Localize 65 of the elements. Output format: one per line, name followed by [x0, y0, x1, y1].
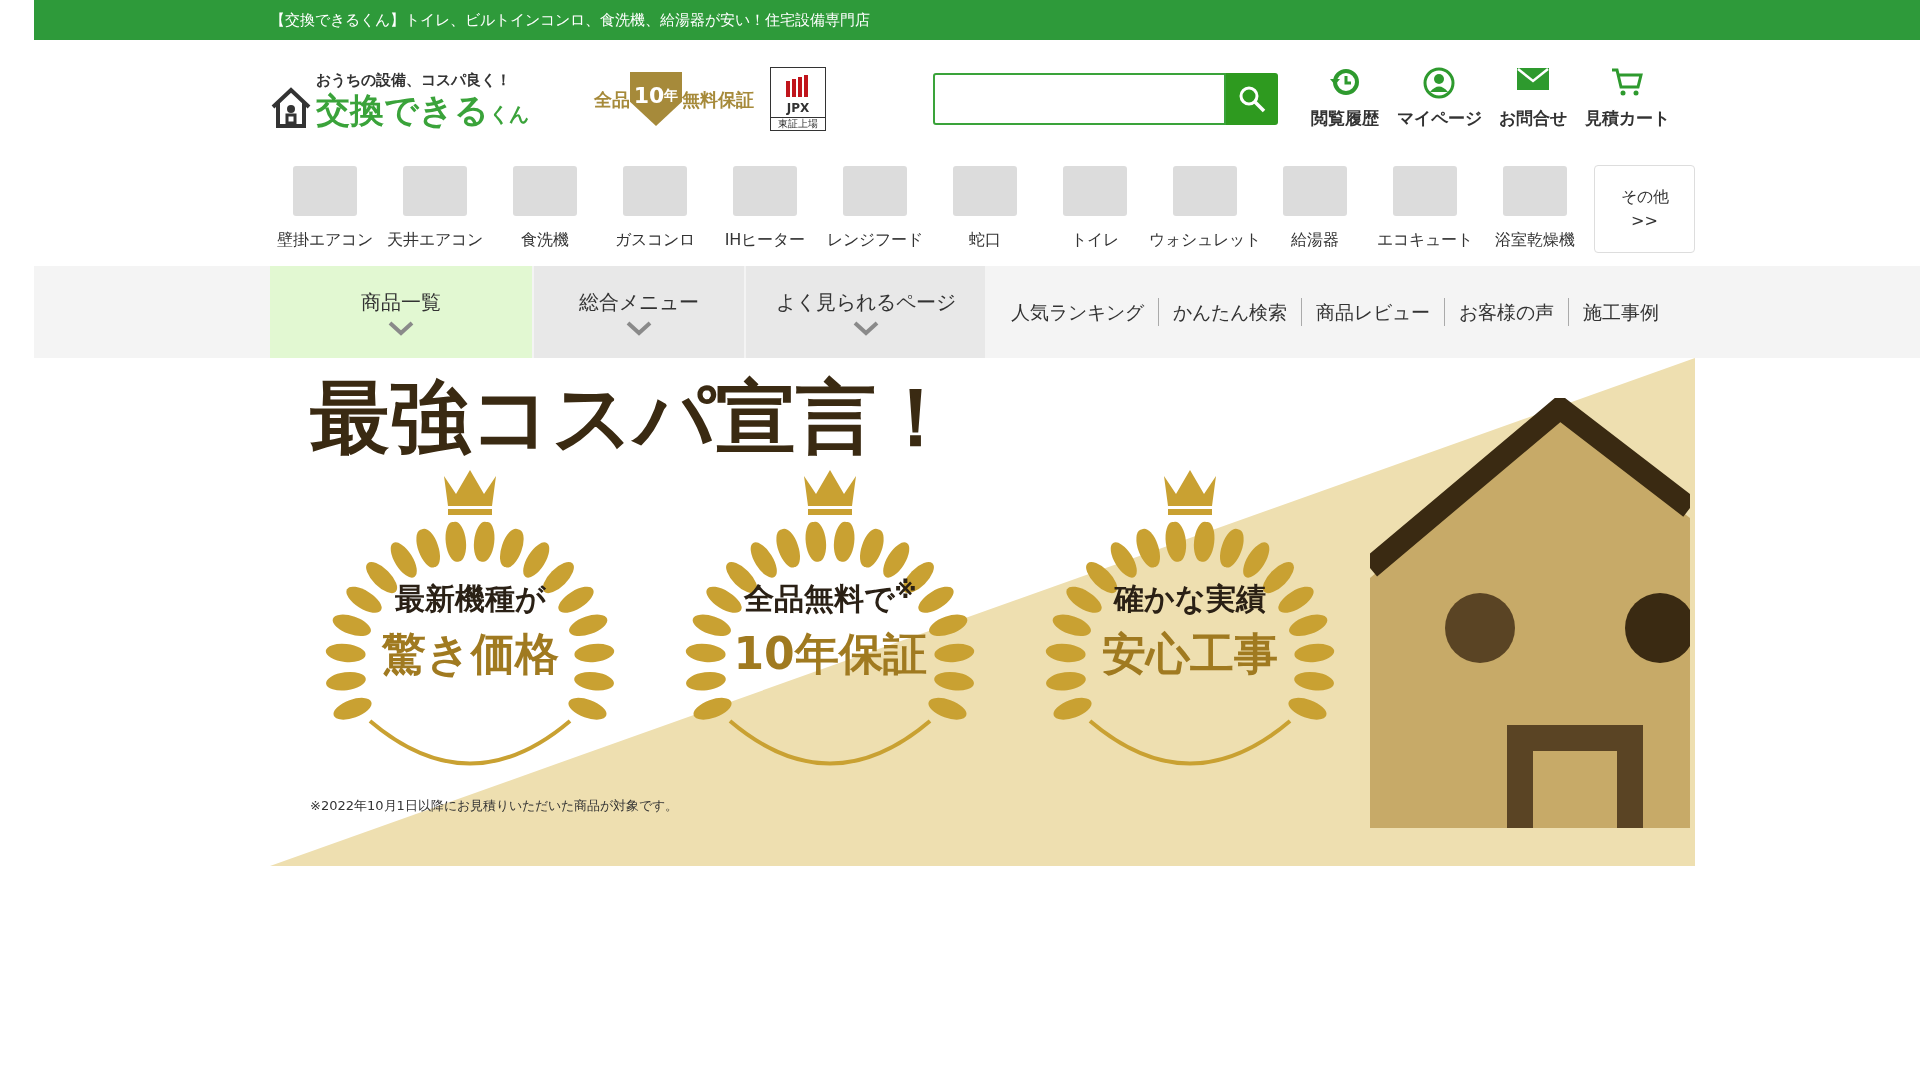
banner-headline: 最強コスパ宣言！	[310, 370, 957, 466]
site-logo[interactable]: おうちの設備、コスパ良く！ 交換できる くん	[270, 68, 580, 130]
category-link[interactable]: レンジフード	[820, 166, 930, 252]
award-highlight: 驚き価格	[381, 627, 559, 681]
category-link[interactable]: 食洗機	[490, 166, 600, 252]
header-link[interactable]: お問合せ	[1486, 67, 1580, 131]
award-text: 最新機種が	[394, 580, 546, 618]
nav-link[interactable]: 施工事例	[1569, 297, 1673, 327]
product-photo	[513, 166, 577, 216]
history-icon	[1329, 67, 1361, 97]
top-bar-text: 【交換できるくん】トイレ、ビルトインコンロ、食洗機、給湯器が安い！住宅設備専門店	[270, 9, 870, 31]
user-icon	[1423, 67, 1455, 99]
category-link[interactable]: トイレ	[1040, 166, 1150, 252]
product-photo	[1063, 166, 1127, 216]
nav-link[interactable]: かんたん検索	[1159, 297, 1301, 327]
category-link[interactable]: 浴室乾燥機	[1480, 166, 1590, 252]
warranty-prefix: 全品	[594, 87, 630, 112]
product-photo	[1283, 166, 1347, 216]
nav-link[interactable]: 商品レビュー	[1302, 297, 1444, 327]
menu-tab[interactable]: 総合メニュー	[534, 266, 744, 358]
category-link[interactable]: IHヒーター	[710, 166, 820, 252]
logo-tagline: おうちの設備、コスパ良く！	[316, 69, 512, 91]
house-logo-icon	[270, 85, 312, 130]
product-photo	[293, 166, 357, 216]
search-field[interactable]	[933, 73, 1226, 125]
product-photo	[1503, 166, 1567, 216]
product-photo	[1393, 166, 1457, 216]
search-button[interactable]	[1226, 73, 1278, 125]
chevron-down-icon	[624, 319, 654, 337]
award-text: 確かな実績	[1114, 580, 1266, 618]
award-highlight: 10年保証	[733, 627, 927, 681]
more-categories-button[interactable]: その他 >>	[1594, 165, 1695, 253]
menu-tab[interactable]: 商品一覧	[270, 266, 532, 358]
header-link[interactable]: マイページ	[1392, 67, 1486, 131]
nav-link[interactable]: お客様の声	[1445, 297, 1568, 327]
category-link[interactable]: 天井エアコン	[380, 166, 490, 252]
product-photo	[403, 166, 467, 216]
logo-suffix: くん	[489, 101, 529, 129]
search-icon	[1238, 85, 1266, 113]
product-photo	[953, 166, 1017, 216]
logo-name: 交換できる	[316, 91, 489, 130]
category-link[interactable]: 蛇口	[930, 166, 1040, 252]
jpx-market: 東証上場	[771, 117, 825, 130]
banner-footnote: ※2022年10月1日以降にお見積りいただいた商品が対象です。	[310, 797, 679, 815]
award-highlight: 安心工事	[1102, 627, 1278, 681]
category-link[interactable]: エコキュート	[1370, 166, 1480, 252]
category-link[interactable]: 壁掛エアコン	[270, 166, 380, 252]
product-photo	[623, 166, 687, 216]
jpx-code: JPX	[786, 100, 810, 117]
product-photo	[843, 166, 907, 216]
header-link[interactable]: 閲覧履歴	[1298, 67, 1392, 131]
chevron-down-icon	[386, 319, 416, 337]
header-link[interactable]: 見積カート	[1580, 67, 1674, 131]
product-photo	[1173, 166, 1237, 216]
category-link[interactable]: ガスコンロ	[600, 166, 710, 252]
category-link[interactable]: ウォシュレット	[1150, 166, 1260, 252]
warranty-text: 無料保証	[682, 87, 754, 112]
nav-link[interactable]: 人気ランキング	[997, 297, 1158, 327]
category-link[interactable]: 給湯器	[1260, 166, 1370, 252]
menu-tab[interactable]: よく見られるページ	[746, 266, 985, 358]
cart-icon	[1611, 67, 1643, 97]
jpx-mark-icon	[785, 75, 811, 99]
mail-icon	[1516, 67, 1550, 91]
award-text: 全品無料で$^{※}$	[743, 576, 917, 618]
product-photo	[733, 166, 797, 216]
